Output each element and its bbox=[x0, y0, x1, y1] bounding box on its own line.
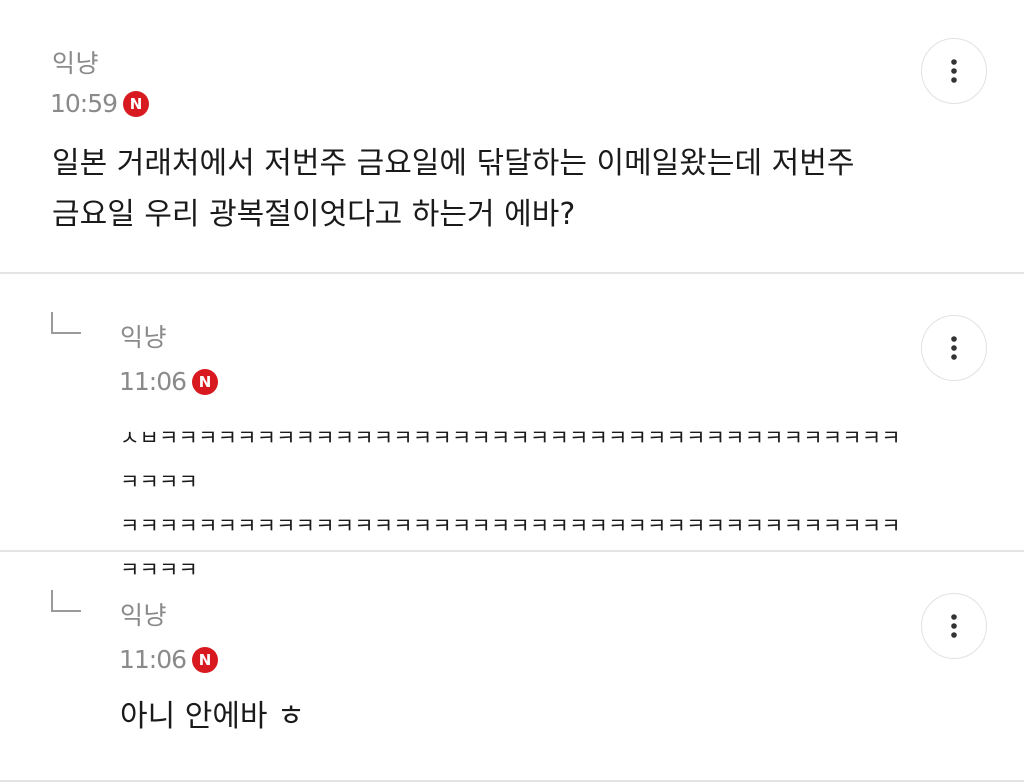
comment-time: 11:06 bbox=[119, 367, 187, 396]
new-badge-icon: N bbox=[192, 368, 219, 395]
vertical-ellipsis-icon bbox=[951, 336, 957, 360]
comment-text: 일본 거래처에서 저번주 금요일에 닦달하는 이메일왔는데 저번주 금요일 우리… bbox=[52, 146, 855, 232]
comment-meta: 11:06 N bbox=[119, 367, 219, 396]
reply-item: 익냥 11:06 N 아니 안에바 ㅎ bbox=[0, 552, 1024, 782]
reply-arrow-icon bbox=[51, 590, 81, 612]
comment-time: 11:06 bbox=[119, 645, 187, 674]
comment-author: 익냥 bbox=[52, 49, 100, 78]
comment-time: 10:59 bbox=[50, 89, 118, 118]
more-options-button[interactable] bbox=[921, 38, 987, 104]
more-options-button[interactable] bbox=[921, 315, 987, 381]
comment-meta: 10:59 N bbox=[50, 89, 150, 118]
reply-arrow-icon bbox=[51, 312, 81, 334]
comment-text: 아니 안에바 ㅎ bbox=[120, 699, 305, 734]
vertical-ellipsis-icon bbox=[951, 614, 957, 638]
comment-item: 익냥 10:59 N 일본 거래처에서 저번주 금요일에 닦달하는 이메일왔는데… bbox=[0, 0, 1024, 272]
comment-author: 익냥 bbox=[120, 601, 168, 630]
reply-item: 익냥 11:06 N ㅅㅂㅋㅋㅋㅋㅋㅋㅋㅋㅋㅋㅋㅋㅋㅋㅋㅋㅋㅋㅋㅋㅋㅋㅋㅋㅋㅋㅋ… bbox=[0, 274, 1024, 582]
more-options-button[interactable] bbox=[921, 593, 987, 659]
vertical-ellipsis-icon bbox=[951, 59, 957, 83]
new-badge-icon: N bbox=[192, 646, 219, 673]
comment-meta: 11:06 N bbox=[119, 645, 219, 674]
divider bbox=[0, 780, 1024, 782]
comment-author: 익냥 bbox=[120, 323, 168, 352]
new-badge-icon: N bbox=[123, 90, 150, 117]
